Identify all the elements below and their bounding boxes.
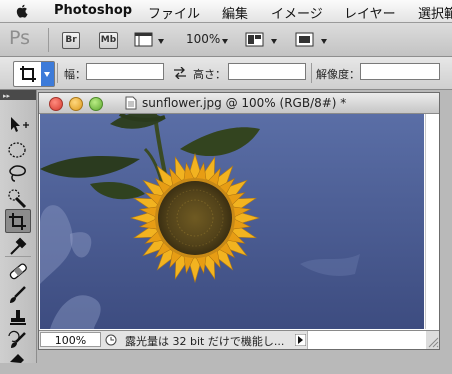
- status-bar: 100% 露光量は 32 bit だけで機能し...: [39, 330, 439, 349]
- quick-selection-icon: [8, 189, 27, 209]
- sunflower-disk: [158, 181, 232, 255]
- zoom-level[interactable]: 100%: [186, 32, 220, 46]
- horizontal-scrollbar[interactable]: [307, 331, 426, 349]
- status-zoom-field[interactable]: 100%: [40, 332, 101, 347]
- healing-brush-tool[interactable]: [6, 260, 30, 282]
- view-extras-icon[interactable]: [134, 31, 154, 48]
- apple-icon[interactable]: [15, 4, 29, 18]
- chevron-down-icon[interactable]: [321, 39, 327, 44]
- move-icon: [11, 117, 29, 132]
- chevron-down-icon[interactable]: [271, 39, 277, 44]
- menu-file[interactable]: ファイル: [148, 3, 200, 22]
- brush-tool[interactable]: [6, 284, 30, 306]
- bandage-icon: [9, 263, 27, 280]
- mini-bridge-button[interactable]: Mb: [99, 32, 118, 49]
- document-titlebar[interactable]: sunflower.jpg @ 100% (RGB/8#) *: [39, 93, 439, 114]
- image-canvas[interactable]: [40, 114, 424, 329]
- eyedropper-icon: [10, 237, 27, 255]
- history-brush-icon: [8, 330, 26, 348]
- menu-layer[interactable]: レイヤー: [344, 3, 396, 22]
- status-info-text: 露光量は 32 bit だけで機能し...: [125, 335, 285, 348]
- crop-icon: [9, 213, 26, 230]
- svg-text:▸▸: ▸▸: [3, 92, 11, 100]
- stamp-icon: [10, 310, 26, 325]
- document-window: sunflower.jpg @ 100% (RGB/8#) * 100% 露光量…: [38, 92, 440, 350]
- crop-icon: [20, 66, 36, 82]
- eraser-icon: [10, 354, 24, 363]
- resize-grip[interactable]: [426, 331, 439, 349]
- divider: [57, 63, 58, 83]
- status-menu-arrow-icon[interactable]: [295, 334, 306, 346]
- close-button[interactable]: [49, 97, 63, 111]
- menu-image[interactable]: イメージ: [271, 3, 323, 22]
- ps-logo: Ps: [9, 27, 31, 49]
- lasso-icon: [9, 165, 26, 182]
- panel-grip[interactable]: ▸▸: [0, 90, 36, 100]
- menu-photoshop[interactable]: Photoshop: [54, 3, 132, 18]
- chevron-down-icon[interactable]: [158, 39, 164, 44]
- tool-preset-picker[interactable]: [13, 61, 55, 87]
- lasso-tool[interactable]: [6, 163, 30, 185]
- zoom-button[interactable]: [89, 97, 103, 111]
- history-brush-tool[interactable]: [6, 330, 30, 352]
- width-field[interactable]: [86, 63, 164, 80]
- chevron-down-icon: [44, 72, 50, 77]
- eyedropper-tool[interactable]: [6, 235, 30, 257]
- sunflower-image: [40, 114, 424, 329]
- arrange-documents-icon[interactable]: [245, 31, 265, 48]
- divider: [5, 256, 31, 257]
- document-title: sunflower.jpg @ 100% (RGB/8#) *: [142, 96, 347, 110]
- options-bar: 幅： 高さ： 解像度：: [0, 57, 452, 90]
- menu-bar: Photoshop ファイル 編集 イメージ レイヤー 選択範: [0, 0, 452, 23]
- document-icon: [125, 96, 137, 110]
- vertical-scrollbar[interactable]: [425, 114, 439, 329]
- divider: [48, 28, 49, 52]
- bridge-button[interactable]: Br: [62, 32, 80, 49]
- minimize-button[interactable]: [69, 97, 83, 111]
- eraser-tool[interactable]: [6, 352, 30, 374]
- width-label: 幅：: [64, 68, 86, 81]
- brush-icon: [10, 286, 26, 303]
- screen-mode-icon[interactable]: [295, 31, 315, 48]
- menu-select[interactable]: 選択範: [418, 3, 452, 22]
- elliptical-marquee-icon: [8, 142, 26, 158]
- tools-panel: ▸▸: [0, 90, 37, 363]
- application-bar: Ps Br Mb 100%: [0, 23, 452, 57]
- divider: [311, 63, 312, 83]
- menu-edit[interactable]: 編集: [222, 3, 248, 22]
- chevron-down-icon[interactable]: [222, 39, 228, 44]
- preset-dropdown[interactable]: [41, 62, 54, 86]
- crop-tool[interactable]: [5, 209, 31, 233]
- swap-icon[interactable]: [173, 67, 187, 79]
- height-label: 高さ：: [193, 68, 226, 81]
- resolution-label: 解像度：: [316, 68, 360, 81]
- timer-icon[interactable]: [105, 334, 117, 346]
- quick-selection-tool[interactable]: [6, 187, 30, 209]
- move-tool[interactable]: [6, 114, 30, 136]
- marquee-tool[interactable]: [6, 139, 30, 161]
- clone-stamp-tool[interactable]: [6, 307, 30, 329]
- height-field[interactable]: [228, 63, 306, 80]
- resolution-field[interactable]: [360, 63, 440, 80]
